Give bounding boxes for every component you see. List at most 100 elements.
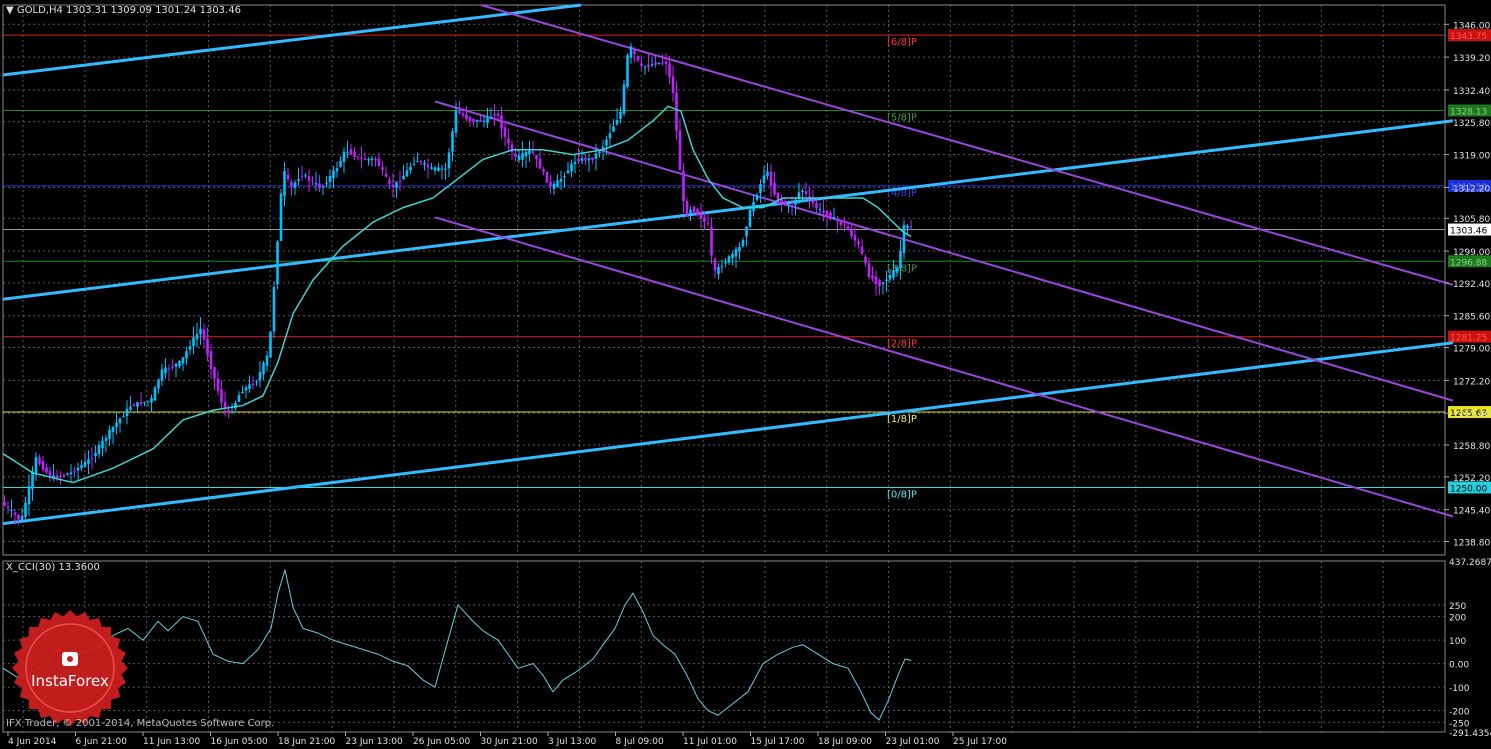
candle-body <box>3 501 6 506</box>
candle-body <box>622 84 626 114</box>
candle-body <box>815 203 818 209</box>
candle-body <box>255 381 258 383</box>
candle-body <box>503 127 507 137</box>
candle-body <box>80 465 83 469</box>
candle-body <box>307 176 311 181</box>
candle-body <box>850 228 853 237</box>
candle-body <box>209 351 213 369</box>
candle-body <box>608 133 612 139</box>
price-tick-label: 1346.00 <box>1453 21 1490 31</box>
candle-body <box>521 153 524 160</box>
candle-body <box>570 163 573 172</box>
candle-body <box>146 401 150 403</box>
candle-body <box>727 256 731 263</box>
candle-body <box>811 199 815 204</box>
candle-body <box>115 422 118 428</box>
candle-body <box>416 161 419 163</box>
candle-body <box>584 158 587 161</box>
candle-body <box>139 402 143 405</box>
candle-body <box>783 201 787 205</box>
candle-body <box>276 241 279 285</box>
header-arrow-icon[interactable]: ▼ <box>6 5 17 16</box>
time-tick-label: 3 Jul 13:00 <box>548 737 597 747</box>
candle-body <box>846 226 850 230</box>
candle-body <box>437 167 440 171</box>
candle-body <box>293 182 297 188</box>
candle-body <box>381 167 384 170</box>
candle-body <box>689 209 692 213</box>
cci-tick-label: -291.4354 <box>1449 729 1491 739</box>
candle-body <box>447 152 451 169</box>
candle-body <box>321 186 325 188</box>
candle-body <box>332 170 335 179</box>
candle-body <box>892 270 895 278</box>
candle-body <box>829 212 832 219</box>
candle-body <box>542 169 545 172</box>
candle-body <box>41 460 45 470</box>
candle-body <box>325 183 328 185</box>
price-tick-label: 1325.80 <box>1453 119 1490 129</box>
candle-body <box>202 329 206 340</box>
candle-body <box>10 510 13 512</box>
murrey-label: [1/8]P <box>887 414 917 425</box>
candle-body <box>580 158 584 161</box>
price-tick-label: 1305.80 <box>1453 215 1490 225</box>
candle-body <box>566 170 570 174</box>
candle-body <box>430 167 433 169</box>
candle-body <box>216 378 220 391</box>
candle-body <box>591 157 594 160</box>
candle-body <box>720 266 724 268</box>
candle-body <box>843 224 846 226</box>
candle-body <box>314 183 318 185</box>
price-tick-label: 1272.20 <box>1453 377 1490 387</box>
candle-body <box>272 287 276 332</box>
candle-body <box>45 467 48 473</box>
candle-body <box>524 151 528 157</box>
candle-body <box>346 151 349 153</box>
candle-body <box>87 459 90 464</box>
murrey-label: [5/8]P <box>887 113 917 124</box>
candle-body <box>507 138 510 144</box>
candle-body <box>83 461 87 467</box>
candle-body <box>223 401 227 408</box>
price-tick-label: 1285.60 <box>1453 313 1490 323</box>
last-price-value: 1303.46 <box>1450 227 1487 237</box>
candle-body <box>552 183 556 189</box>
candle-body <box>73 471 76 473</box>
candle-body <box>748 209 752 227</box>
candle-body <box>38 457 41 464</box>
candle-body <box>55 475 59 478</box>
candle-body <box>391 184 395 188</box>
candle-body <box>402 175 405 180</box>
time-tick-label: 16 Jun 05:00 <box>211 737 268 747</box>
candle-body <box>377 158 381 166</box>
candle-body <box>773 182 776 195</box>
candle-body <box>531 151 535 154</box>
cci-tick-label: -250 <box>1449 719 1470 729</box>
price-tick-label: 1319.00 <box>1453 152 1490 162</box>
candle-body <box>465 114 468 120</box>
candle-body <box>675 92 678 131</box>
copyright-text: IFX Trader, © 2001-2014, MetaQuotes Soft… <box>6 718 274 729</box>
candle-body <box>549 181 552 187</box>
murrey-label: [3/8]P <box>887 263 917 274</box>
candle-body <box>787 204 790 206</box>
candle-body <box>118 418 122 424</box>
candle-body <box>587 158 591 161</box>
murrey-price-value: 1281.25 <box>1450 334 1487 344</box>
candle-body <box>192 337 195 347</box>
candle-body <box>489 116 493 119</box>
instaforex-logo: InstaForex <box>12 610 128 726</box>
candle-body <box>136 402 139 407</box>
murrey-label: [0/8]P <box>887 489 917 500</box>
price-tick-label: 1258.80 <box>1453 442 1490 452</box>
candle-body <box>643 66 647 68</box>
candle-body <box>458 111 461 114</box>
logo-emblem-dot <box>67 656 73 662</box>
candle-body <box>360 158 363 160</box>
candle-body <box>871 275 874 279</box>
candle-body <box>493 113 496 115</box>
candle-body <box>188 346 192 350</box>
price-tick-label: 1312.20 <box>1453 184 1490 194</box>
candle-body <box>500 115 503 129</box>
